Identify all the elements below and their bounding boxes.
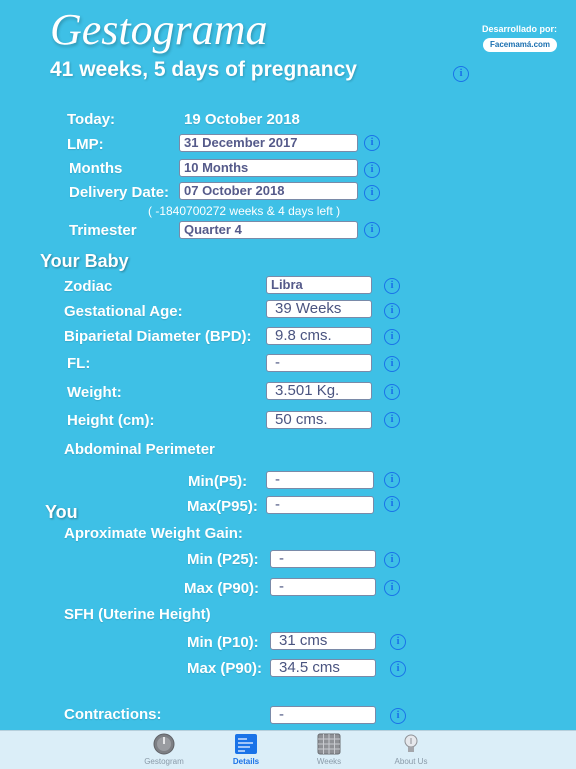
fl-field[interactable]: - bbox=[266, 354, 372, 372]
pregnancy-duration-title: 41 weeks, 5 days of pregnancy bbox=[50, 58, 357, 81]
info-icon-wg-max[interactable]: i bbox=[384, 580, 400, 596]
bpd-field[interactable]: 9.8 cms. bbox=[266, 327, 372, 345]
today-label: Today: bbox=[67, 111, 116, 128]
height-label: Height (cm): bbox=[67, 412, 155, 429]
zodiac-field[interactable]: Libra bbox=[266, 276, 372, 294]
delivery-date-label: Delivery Date: bbox=[69, 184, 170, 201]
wg-max-label: Max (P90): bbox=[184, 580, 260, 597]
info-icon-height[interactable]: i bbox=[384, 412, 400, 428]
fl-label: FL: bbox=[67, 355, 91, 372]
info-icon-gestational-age[interactable]: i bbox=[384, 303, 400, 319]
lightbulb-icon bbox=[404, 734, 418, 752]
trimester-field[interactable]: Quarter 4 bbox=[179, 221, 358, 239]
tab-details[interactable]: Details bbox=[206, 731, 286, 769]
you-heading: You bbox=[45, 502, 78, 522]
sfh-label: SFH (Uterine Height) bbox=[64, 606, 211, 623]
ap-max-label: Max(P95): bbox=[187, 498, 258, 515]
info-icon-months[interactable]: i bbox=[364, 162, 380, 178]
info-icon-ap-min[interactable]: i bbox=[384, 472, 400, 488]
trimester-label: Trimester bbox=[69, 222, 137, 239]
weight-label: Weight: bbox=[67, 384, 122, 401]
tab-about-us[interactable]: About Us bbox=[371, 731, 451, 769]
sfh-max-field[interactable]: 34.5 cms bbox=[270, 659, 376, 677]
facemama-logo[interactable]: Facemamá.com bbox=[483, 38, 557, 52]
sfh-min-field[interactable]: 31 cms bbox=[270, 632, 376, 650]
info-icon-bpd[interactable]: i bbox=[384, 329, 400, 345]
abdominal-perimeter-label: Abdominal Perimeter bbox=[64, 441, 215, 458]
ap-min-label: Min(P5): bbox=[188, 473, 248, 490]
months-field[interactable]: 10 Months bbox=[179, 159, 358, 177]
wg-min-label: Min (P25): bbox=[187, 551, 259, 568]
info-icon-sfh-min[interactable]: i bbox=[390, 634, 406, 650]
contractions-label: Contractions: bbox=[64, 706, 162, 723]
weight-gain-label: Aproximate Weight Gain: bbox=[64, 525, 243, 542]
tab-bar: Gestogram Details Weeks About Us bbox=[0, 730, 576, 769]
delivery-date-field[interactable]: 07 October 2018 bbox=[179, 182, 358, 200]
lmp-label: LMP: bbox=[67, 136, 104, 153]
info-icon-lmp[interactable]: i bbox=[364, 135, 380, 151]
lmp-field[interactable]: 31 December 2017 bbox=[179, 134, 358, 152]
tab-about-us-label: About Us bbox=[394, 757, 428, 766]
today-value: 19 October 2018 bbox=[184, 111, 300, 128]
gestational-age-field[interactable]: 39 Weeks bbox=[266, 300, 372, 318]
height-field[interactable]: 50 cms. bbox=[266, 411, 372, 429]
tab-gestogram[interactable]: Gestogram bbox=[124, 731, 204, 769]
wg-max-field[interactable]: - bbox=[270, 578, 376, 596]
info-icon-fl[interactable]: i bbox=[384, 356, 400, 372]
tab-weeks-label: Weeks bbox=[316, 757, 342, 766]
bpd-label: Biparietal Diameter (BPD): bbox=[64, 328, 252, 345]
weight-field[interactable]: 3.501 Kg. bbox=[266, 382, 372, 400]
gauge-icon bbox=[153, 733, 175, 755]
info-icon-weight[interactable]: i bbox=[384, 384, 400, 400]
calendar-icon bbox=[317, 733, 341, 755]
tab-details-label: Details bbox=[232, 757, 260, 766]
info-icon-header[interactable]: i bbox=[453, 66, 469, 82]
app-title: Gestograma bbox=[50, 5, 268, 54]
gestational-age-label: Gestational Age: bbox=[64, 303, 183, 320]
info-icon-ap-max[interactable]: i bbox=[384, 496, 400, 512]
sfh-min-label: Min (P10): bbox=[187, 634, 259, 651]
info-icon-contractions[interactable]: i bbox=[390, 708, 406, 724]
info-icon-delivery[interactable]: i bbox=[364, 185, 380, 201]
weeks-left-note: ( -1840700272 weeks & 4 days left ) bbox=[148, 204, 341, 218]
details-icon bbox=[235, 734, 257, 754]
zodiac-label: Zodiac bbox=[64, 278, 113, 295]
info-icon-wg-min[interactable]: i bbox=[384, 552, 400, 568]
developed-by-label: Desarrollado por: bbox=[482, 24, 558, 34]
info-icon-trimester[interactable]: i bbox=[364, 222, 380, 238]
info-icon-zodiac[interactable]: i bbox=[384, 278, 400, 294]
info-icon-sfh-max[interactable]: i bbox=[390, 661, 406, 677]
sfh-max-label: Max (P90): bbox=[187, 660, 263, 677]
wg-min-field[interactable]: - bbox=[270, 550, 376, 568]
ap-min-field[interactable]: - bbox=[266, 471, 374, 489]
your-baby-heading: Your Baby bbox=[40, 251, 129, 271]
tab-gestogram-label: Gestogram bbox=[144, 757, 184, 766]
ap-max-field[interactable]: - bbox=[266, 496, 374, 514]
contractions-field[interactable]: - bbox=[270, 706, 376, 724]
months-label: Months bbox=[69, 160, 123, 177]
tab-weeks[interactable]: Weeks bbox=[289, 731, 369, 769]
